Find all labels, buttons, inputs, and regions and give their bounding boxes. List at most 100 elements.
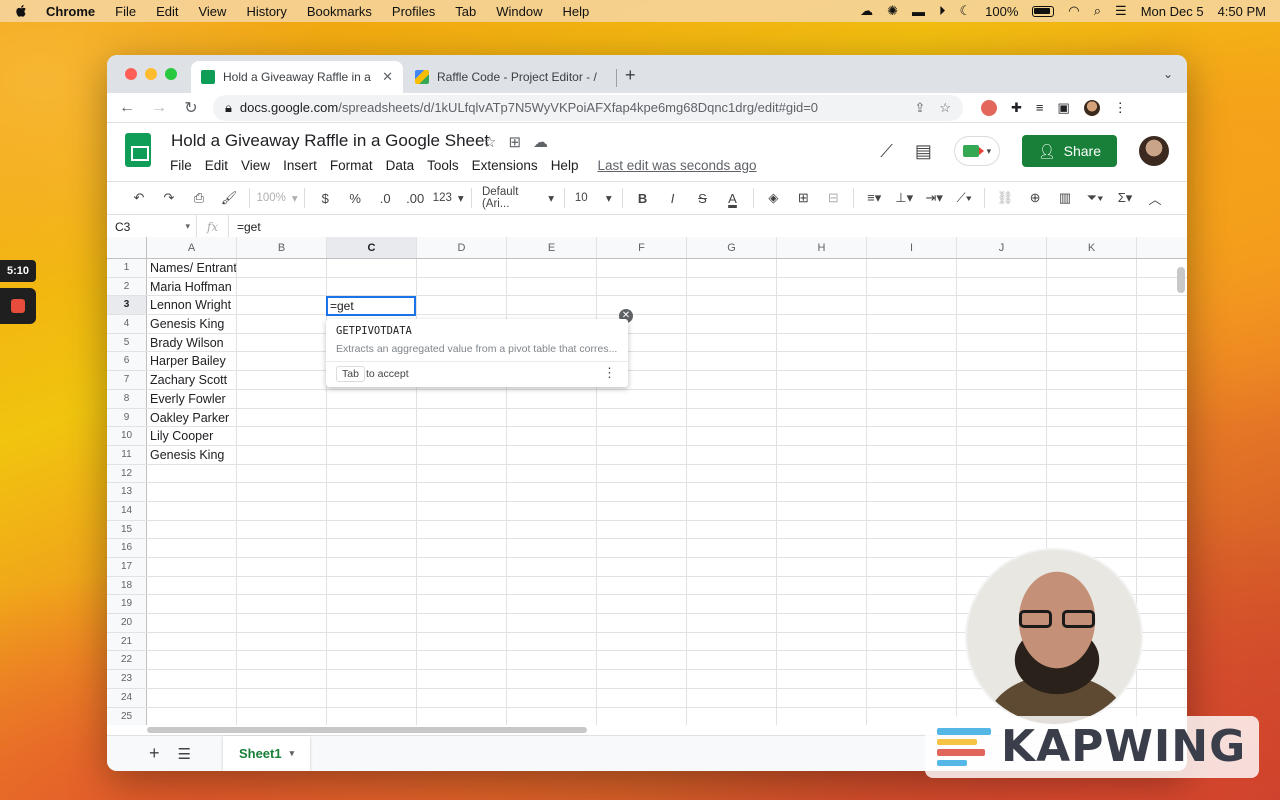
sheets-logo-icon[interactable]: [125, 133, 151, 167]
extension-icon[interactable]: [981, 99, 997, 116]
grid-cell[interactable]: [237, 483, 327, 501]
grid-cell[interactable]: [327, 464, 417, 483]
close-window-button[interactable]: [125, 68, 137, 80]
grid-cell[interactable]: [147, 707, 237, 725]
zoom-select[interactable]: 100% ▾: [257, 186, 298, 210]
grid-cell[interactable]: [327, 688, 417, 707]
row-header[interactable]: 13: [107, 483, 147, 501]
grid-cell[interactable]: [777, 389, 867, 408]
column-header[interactable]: G: [687, 237, 777, 258]
grid-cell[interactable]: [1047, 333, 1137, 352]
bold-button[interactable]: B: [633, 186, 653, 210]
grid-cell[interactable]: [597, 296, 687, 315]
grid-cell[interactable]: [597, 707, 687, 725]
grid-cell[interactable]: [507, 632, 597, 651]
grid-cell[interactable]: [867, 315, 957, 333]
column-header[interactable]: B: [237, 237, 327, 258]
grid-cell[interactable]: [237, 259, 327, 277]
grid-cell[interactable]: [327, 576, 417, 595]
grid-cell[interactable]: [417, 445, 507, 464]
grid-cell[interactable]: [957, 315, 1047, 333]
row-header[interactable]: 25: [107, 707, 147, 725]
font-select[interactable]: Default (Ari... ▾: [482, 186, 554, 210]
grid-cell[interactable]: [237, 389, 327, 408]
grid-cell[interactable]: [237, 632, 327, 651]
grid-cell[interactable]: [867, 445, 957, 464]
menu-edit[interactable]: Edit: [156, 4, 178, 19]
grid-cell[interactable]: [597, 520, 687, 539]
grid-cell[interactable]: [237, 408, 327, 427]
grid-cell[interactable]: [597, 501, 687, 520]
grid-cell[interactable]: [327, 520, 417, 539]
row-header[interactable]: 4: [107, 315, 147, 333]
grid-cell[interactable]: [507, 595, 597, 614]
functions-icon[interactable]: Σ▾: [1115, 186, 1135, 210]
bookmark-star-icon[interactable]: ☆: [939, 100, 951, 116]
meet-button[interactable]: ▾: [953, 136, 1000, 166]
grid-cell[interactable]: [1047, 371, 1137, 389]
grid-cell[interactable]: [417, 389, 507, 408]
grid-cell[interactable]: [327, 651, 417, 670]
row-header[interactable]: 11: [107, 445, 147, 464]
grid-cell[interactable]: [327, 707, 417, 725]
forward-icon[interactable]: →: [149, 99, 169, 117]
grid-cell[interactable]: [777, 576, 867, 595]
share-page-icon[interactable]: ⇪: [914, 100, 925, 116]
active-cell-editor[interactable]: =get: [326, 296, 416, 316]
grid-cell[interactable]: [687, 651, 777, 670]
app-name[interactable]: Chrome: [46, 4, 95, 19]
grid-cell[interactable]: [777, 558, 867, 576]
formula-input[interactable]: =get: [229, 220, 261, 234]
grid-cell[interactable]: [687, 520, 777, 539]
grid-cell[interactable]: [507, 576, 597, 595]
grid-cell[interactable]: [237, 651, 327, 670]
grid-cell[interactable]: [597, 408, 687, 427]
grid-cell[interactable]: Maria Hoffman: [147, 277, 237, 296]
grid-cell[interactable]: [777, 277, 867, 296]
grid-cell[interactable]: [1047, 315, 1137, 333]
column-header[interactable]: K: [1047, 237, 1137, 258]
more-options-icon[interactable]: ⋮: [603, 365, 616, 381]
grid-cell[interactable]: [777, 315, 867, 333]
grid-cell[interactable]: [867, 352, 957, 371]
grid-cell[interactable]: [687, 632, 777, 651]
grid-cell[interactable]: [327, 558, 417, 576]
grid-cell[interactable]: [417, 259, 507, 277]
grid-cell[interactable]: [597, 389, 687, 408]
grid-cell[interactable]: [417, 558, 507, 576]
tab-search-chevron-icon[interactable]: ⌄: [1163, 67, 1173, 81]
docs-menu-tools[interactable]: Tools: [427, 158, 459, 173]
grid-cell[interactable]: [327, 259, 417, 277]
grid-cell[interactable]: [237, 352, 327, 371]
grid-cell[interactable]: [777, 427, 867, 445]
grid-cell[interactable]: [687, 483, 777, 501]
row-header[interactable]: 16: [107, 539, 147, 557]
grid-cell[interactable]: [507, 539, 597, 557]
grid-cell[interactable]: [687, 333, 777, 352]
sheet-tab[interactable]: Sheet1 ▾: [222, 735, 311, 771]
row-header[interactable]: 2: [107, 277, 147, 296]
grid-cell[interactable]: [957, 520, 1047, 539]
star-icon[interactable]: ☆: [483, 133, 496, 151]
url-input[interactable]: 🔒︎ docs.google.com/spreadsheets/d/1kULfq…: [213, 94, 963, 121]
grid-cell[interactable]: [237, 539, 327, 557]
grid-cell[interactable]: [777, 371, 867, 389]
grid-cell[interactable]: [597, 614, 687, 632]
grid-cell[interactable]: [867, 333, 957, 352]
stop-recording-button[interactable]: [0, 288, 36, 324]
grid-cell[interactable]: [237, 707, 327, 725]
grid-cell[interactable]: [957, 296, 1047, 315]
account-avatar[interactable]: [1139, 136, 1169, 166]
grid-cell[interactable]: Lily Cooper: [147, 427, 237, 445]
insert-link-icon[interactable]: ⛓︎: [995, 186, 1015, 210]
row-header[interactable]: 1: [107, 259, 147, 277]
grid-cell[interactable]: [237, 296, 327, 315]
grid-cell[interactable]: [867, 483, 957, 501]
play-icon[interactable]: ⏵: [939, 3, 946, 19]
grid-cell[interactable]: [417, 539, 507, 557]
column-header[interactable]: A: [147, 237, 237, 258]
menu-help[interactable]: Help: [563, 4, 590, 19]
grid-cell[interactable]: [507, 464, 597, 483]
cloud-icon[interactable]: ☁: [860, 3, 873, 19]
grid-cell[interactable]: [507, 389, 597, 408]
